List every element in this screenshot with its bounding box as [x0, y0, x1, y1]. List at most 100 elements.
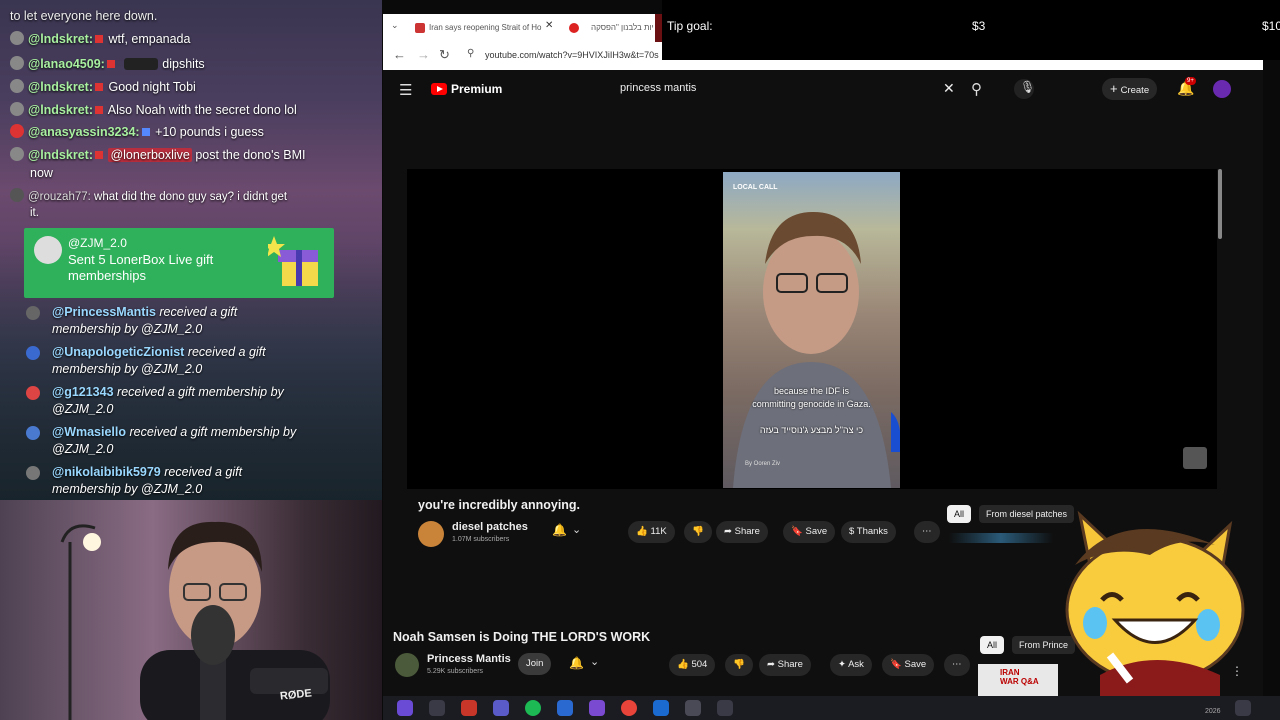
- chat-username[interactable]: @UnapologeticZionist: [52, 345, 184, 359]
- chat-username[interactable]: @rouzah77:: [28, 191, 91, 203]
- tab-title[interactable]: Iran says reopening Strait of Ho: [429, 19, 542, 37]
- chat-username[interactable]: @lanao4509:: [28, 57, 105, 71]
- calculator-icon[interactable]: [685, 700, 701, 716]
- microphone-icon: 🎙: [1020, 80, 1036, 94]
- thanks-button[interactable]: $ Thanks: [841, 521, 896, 543]
- chat-username[interactable]: @nikolaibibik5979: [52, 465, 161, 479]
- chat-username[interactable]: @Wmasiello: [52, 425, 126, 439]
- related-thumbnail[interactable]: IRAN WAR Q&A: [978, 664, 1058, 698]
- chrome-icon[interactable]: [621, 700, 637, 716]
- more-actions-button[interactable]: ⋯: [914, 521, 940, 543]
- chat-text: received a gift membership by: [129, 425, 297, 439]
- video-frame[interactable]: LOCAL CALL because the IDF is committing…: [723, 172, 900, 488]
- chat-message: @lndskret: Also Noah with the secret don…: [10, 102, 352, 119]
- chat-gift-received: @UnapologeticZionist received a gift memb…: [52, 344, 352, 378]
- like-button[interactable]: 👍 504: [669, 654, 716, 676]
- news-favicon-icon: [569, 23, 579, 33]
- gift-sender[interactable]: @ZJM_2.0: [68, 236, 127, 250]
- avatar: [10, 31, 24, 45]
- reload-icon[interactable]: ↻: [439, 47, 450, 63]
- chat-text: @ZJM_2.0: [52, 442, 114, 456]
- chat-text: to let everyone here down.: [10, 9, 158, 23]
- avatar: [26, 466, 40, 480]
- steam-icon[interactable]: [429, 700, 445, 716]
- badge-icon: [141, 128, 150, 136]
- chevron-down-icon[interactable]: ⌄: [391, 20, 399, 31]
- video-watermark: LOCAL CALL: [733, 184, 778, 191]
- dislike-button[interactable]: 👎: [725, 654, 753, 676]
- back-icon[interactable]: ←: [393, 47, 406, 62]
- site-info-icon[interactable]: ⚲: [467, 48, 474, 59]
- bell-icon[interactable]: 🔔: [552, 523, 567, 537]
- avatar: [26, 386, 40, 400]
- chat-message: @lndskret: Good night Tobi: [10, 79, 352, 96]
- share-button[interactable]: ➦ Share: [716, 521, 768, 543]
- spotify-icon[interactable]: [525, 700, 541, 716]
- search-icon[interactable]: ⚲: [971, 80, 982, 98]
- ask-label: Ask: [848, 659, 864, 670]
- tip-goal-target: $10: [1262, 19, 1280, 33]
- chat-username[interactable]: @lndskret:: [28, 80, 93, 94]
- tab-title[interactable]: יות בלבנון "הפסקה: [591, 19, 654, 37]
- chat-username[interactable]: @lndskret:: [28, 148, 93, 162]
- related-thumbnail[interactable]: [949, 533, 1053, 543]
- chat-username[interactable]: @lndskret:: [28, 32, 93, 46]
- clear-search-icon[interactable]: ✕: [943, 80, 955, 97]
- badge-icon: [94, 83, 103, 91]
- share-label: Share: [777, 659, 803, 670]
- avatar[interactable]: [1213, 80, 1231, 98]
- share-button[interactable]: ➦ Share: [759, 654, 811, 676]
- more-actions-button[interactable]: ⋯: [944, 654, 970, 676]
- url-input[interactable]: youtube.com/watch?v=9HVIXJiIH3w&t=70s: [485, 50, 659, 60]
- dislike-button[interactable]: 👎: [684, 521, 712, 543]
- chevron-down-icon[interactable]: ⌄: [590, 655, 599, 668]
- channel-name[interactable]: diesel patches: [452, 521, 528, 533]
- close-tab-icon[interactable]: ✕: [545, 20, 553, 31]
- bell-icon[interactable]: 🔔: [569, 656, 584, 670]
- avatar[interactable]: [418, 521, 444, 547]
- avatar[interactable]: [395, 653, 419, 677]
- save-button[interactable]: 🔖 Save: [882, 654, 935, 676]
- app-icon[interactable]: [557, 700, 573, 716]
- youtube-premium-logo[interactable]: Premium: [451, 82, 502, 96]
- tab-bar: ⌄ Iran says reopening Strait of Ho ✕ יות…: [383, 14, 663, 60]
- badge-icon: [106, 60, 115, 68]
- ask-button[interactable]: ✦ Ask: [830, 654, 872, 676]
- notification-icon[interactable]: [1235, 700, 1251, 716]
- search-input[interactable]: princess mantis ✕: [608, 77, 968, 102]
- chat-username[interactable]: @PrincessMantis: [52, 305, 156, 319]
- chip-all[interactable]: All: [947, 505, 972, 523]
- chat-username[interactable]: @g121343: [52, 385, 114, 399]
- chat-username[interactable]: @lndskret:: [28, 103, 93, 117]
- menu-icon[interactable]: ☰: [399, 81, 412, 99]
- gift-membership-alert: @ZJM_2.0 Sent 5 LonerBox Live gift membe…: [24, 228, 334, 298]
- scrollbar-thumb[interactable]: [1218, 169, 1222, 239]
- chat-text: wtf, empanada: [108, 32, 191, 46]
- app-icon[interactable]: [397, 700, 413, 716]
- bookmark-icon: 🔖: [791, 526, 803, 537]
- chat-message: @lndskret: @lonerboxlive post the dono's…: [10, 147, 352, 164]
- app-icon[interactable]: [461, 700, 477, 716]
- chevron-down-icon[interactable]: ⌄: [572, 523, 581, 536]
- chat-mention[interactable]: @lonerboxlive: [108, 148, 192, 162]
- like-button[interactable]: 👍 11K: [628, 521, 675, 543]
- news-favicon-icon: [415, 23, 425, 33]
- like-count: 11K: [650, 526, 667, 537]
- chat-username[interactable]: @anasyassin3234:: [28, 125, 140, 139]
- channel-name[interactable]: Princess Mantis: [427, 653, 511, 665]
- channel-watermark-icon[interactable]: [1183, 447, 1207, 469]
- app-icon[interactable]: [653, 700, 669, 716]
- thumbs-down-icon: 👎: [692, 526, 704, 537]
- create-button[interactable]: + Create: [1102, 78, 1158, 100]
- join-button[interactable]: Join: [518, 653, 552, 675]
- save-button[interactable]: 🔖 Save: [783, 521, 836, 543]
- chat-text: received a gift: [187, 345, 266, 359]
- forward-icon[interactable]: →: [417, 47, 430, 62]
- avatar: [26, 346, 40, 360]
- chip-all[interactable]: All: [980, 636, 1005, 654]
- discord-icon[interactable]: [493, 700, 509, 716]
- gift-box-icon: [268, 236, 318, 286]
- app-icon[interactable]: [589, 700, 605, 716]
- chat-text: received a gift: [159, 305, 238, 319]
- app-icon[interactable]: [717, 700, 733, 716]
